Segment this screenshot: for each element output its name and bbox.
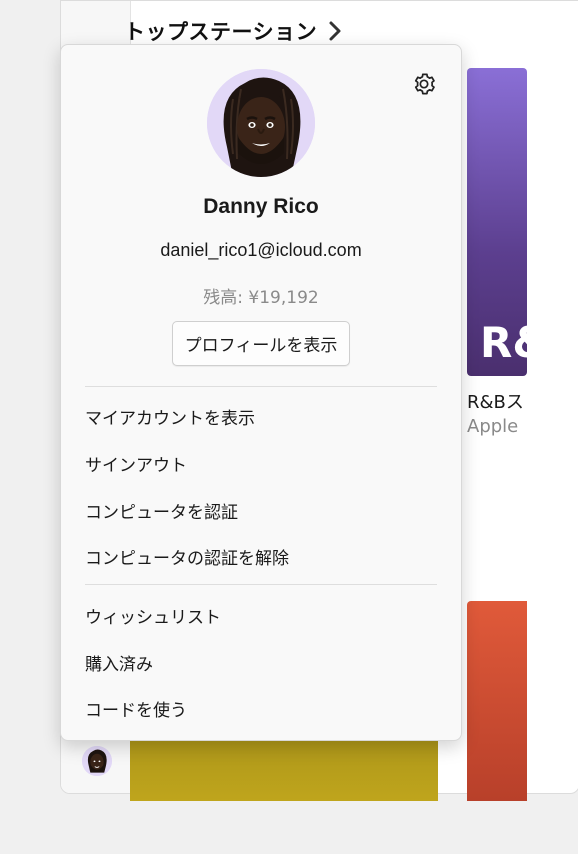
chevron-right-icon xyxy=(329,21,341,41)
tile-caption-title[interactable]: R&Bス xyxy=(467,388,524,414)
profile-name: Danny Rico xyxy=(203,195,319,218)
tile-caption-subtitle: Apple xyxy=(467,416,519,437)
account-balance: 残高: ¥19,192 xyxy=(203,288,319,308)
settings-button[interactable] xyxy=(409,69,439,99)
station-tile[interactable] xyxy=(467,601,527,801)
view-profile-button[interactable]: プロフィールを表示 xyxy=(172,321,350,366)
menu-item-deauthorize-computer[interactable]: コンピュータの認証を解除 xyxy=(85,544,289,569)
section-title-text: トップステーション xyxy=(124,20,318,44)
menu-item-redeem-code[interactable]: コードを使う xyxy=(85,696,187,721)
gear-icon xyxy=(414,73,435,95)
menu-item-wishlist[interactable]: ウィッシュリスト xyxy=(85,603,221,628)
station-tile[interactable]: R& xyxy=(467,68,527,376)
account-avatar-button[interactable] xyxy=(82,746,112,776)
menu-divider xyxy=(85,386,437,387)
menu-item-authorize-computer[interactable]: コンピュータを認証 xyxy=(85,498,238,523)
memoji-avatar-icon xyxy=(207,69,315,177)
menu-item-view-my-account[interactable]: マイアカウントを表示 xyxy=(85,404,255,429)
tile-title: R& xyxy=(480,318,527,367)
profile-avatar xyxy=(207,69,315,177)
profile-email: daniel_rico1@icloud.com xyxy=(160,240,362,260)
avatar-icon xyxy=(82,746,112,776)
menu-item-purchased[interactable]: 購入済み xyxy=(85,650,153,675)
menu-divider xyxy=(85,584,437,585)
section-title[interactable]: トップステーション xyxy=(124,16,343,46)
menu-item-sign-out[interactable]: サインアウト xyxy=(85,451,187,476)
account-menu: Danny Rico daniel_rico1@icloud.com 残高: ¥… xyxy=(60,44,462,741)
